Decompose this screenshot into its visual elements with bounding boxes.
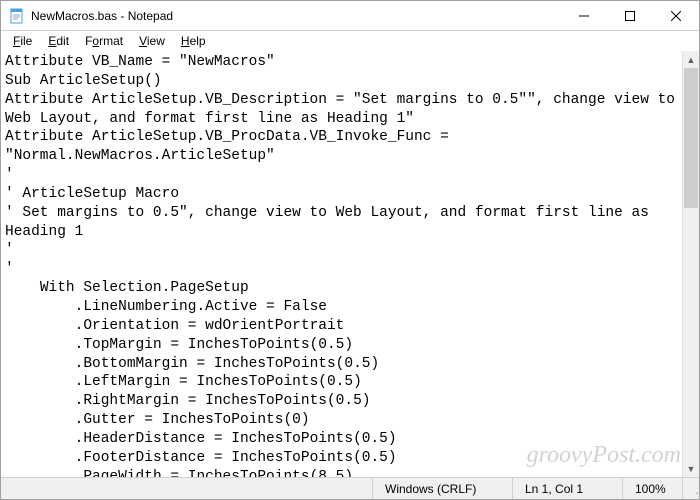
menubar: File Edit Format View Help (1, 31, 699, 51)
scroll-up-arrow[interactable]: ▲ (683, 51, 699, 68)
notepad-icon (9, 8, 25, 24)
text-editor[interactable]: Attribute VB_Name = "NewMacros" Sub Arti… (1, 51, 682, 477)
statusbar: Windows (CRLF) Ln 1, Col 1 100% ⋰ (1, 477, 699, 499)
scroll-track[interactable] (683, 68, 699, 460)
minimize-button[interactable] (561, 1, 607, 30)
status-cursor-position: Ln 1, Col 1 (512, 478, 622, 499)
vertical-scrollbar[interactable]: ▲ ▼ (682, 51, 699, 477)
scroll-down-arrow[interactable]: ▼ (683, 460, 699, 477)
menu-view[interactable]: View (131, 32, 173, 50)
menu-edit[interactable]: Edit (40, 32, 77, 50)
status-line-ending: Windows (CRLF) (372, 478, 512, 499)
maximize-button[interactable] (607, 1, 653, 30)
window-controls (561, 1, 699, 30)
close-button[interactable] (653, 1, 699, 30)
menu-file[interactable]: File (5, 32, 40, 50)
scroll-thumb[interactable] (684, 68, 698, 208)
titlebar: NewMacros.bas - Notepad (1, 1, 699, 31)
status-zoom: 100% (622, 478, 682, 499)
menu-help[interactable]: Help (173, 32, 214, 50)
resize-grip-icon[interactable]: ⋰ (682, 478, 699, 499)
window-title: NewMacros.bas - Notepad (31, 9, 561, 23)
editor-area: Attribute VB_Name = "NewMacros" Sub Arti… (1, 51, 699, 477)
menu-format[interactable]: Format (77, 32, 131, 50)
